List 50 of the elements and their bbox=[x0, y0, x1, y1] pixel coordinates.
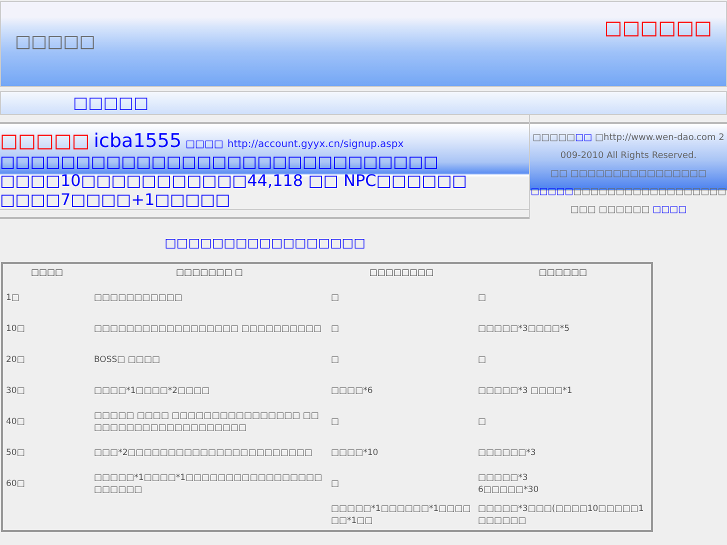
table-cell-text: 60□ bbox=[5, 478, 26, 490]
column-header: □□□□ bbox=[30, 267, 64, 280]
table-cell-text: □□□□□*3 6□□□□□*30 bbox=[477, 472, 540, 496]
table-cell-text: □□□□□□□□□□□□□□□□□□ □□□□□□□□□□ bbox=[93, 322, 323, 336]
table-title-link[interactable]: □□□□□□□□□□□□□□□□□ bbox=[0, 235, 530, 250]
table-cell-text: □ bbox=[330, 292, 340, 304]
table-cell-text: 1□ bbox=[5, 292, 20, 304]
table-cell-text: □□□□*6 bbox=[330, 384, 374, 398]
link[interactable]: □□ bbox=[575, 133, 592, 143]
link[interactable]: □□□□□ bbox=[530, 187, 574, 197]
notice-text: □□□□□□ bbox=[604, 17, 712, 39]
account-name: icba1555 bbox=[94, 130, 182, 152]
table-cell-text: 20□ bbox=[5, 354, 26, 366]
table-cell-text: □□□*2□□□□□□□□□□□□□□□□□□□□□□□ bbox=[93, 446, 314, 460]
table-cell-text: □ bbox=[330, 322, 340, 336]
notice-text: □□ □□□□□□□□□□□□□□□□ □□□□□□□□□□□□□□□□□□□□□□□□□□ □□□□□□ □□□□ bbox=[530, 168, 727, 217]
column-header: □□□□□□□ □ bbox=[175, 267, 244, 280]
table-cell-text: □□□□□*3□□□□*5 bbox=[477, 322, 571, 336]
table-cell-text: BOSS□ □□□□ bbox=[93, 354, 162, 366]
table-cell-text: □ bbox=[477, 416, 488, 428]
signup-label: □□□□ bbox=[186, 139, 224, 150]
table-cell-text: □□□□□ □□□□ □□□□□□□□□□□□□□□□ □□□□□□□□□□□□□□□□□□□□□ bbox=[93, 410, 320, 434]
table-cell-text: □□□□□□*3 bbox=[477, 446, 537, 460]
table-cell-text: □ bbox=[330, 416, 340, 428]
table-cell-text: □ bbox=[477, 354, 488, 366]
table-cell-text: □ bbox=[330, 354, 340, 366]
info-line: □□□□□□□□□□□□□□□□□□□□□□□□□□□□□ bbox=[0, 152, 440, 171]
nav-link[interactable]: □□□□□ bbox=[73, 93, 149, 112]
table-cell-text: 40□ bbox=[5, 416, 26, 428]
table-cell-text: □□□□□*3□□□(□□□□10□□□□□1□□□□□□ bbox=[477, 502, 645, 528]
signup-link[interactable]: http://account.gyyx.cn/signup.aspx bbox=[227, 139, 404, 150]
copyright-text: □□□□□□□ □http://www.wen-dao.com 2009-2010 All Rights Reserved. bbox=[532, 132, 726, 163]
table-cell-text: □□□□*10 bbox=[330, 446, 380, 460]
table-cell-text: □ bbox=[330, 478, 340, 490]
account-label: □□□□□ bbox=[0, 130, 90, 152]
table-cell-text: □□□□□*1□□□□*1□□□□□□□□□□□□□□□□□□□□□□□ bbox=[93, 472, 324, 496]
site-title: □□□□□ bbox=[15, 32, 96, 52]
table-cell-text: □□□□□*1□□□□□□*1□□□□□□*1□□ bbox=[330, 502, 472, 528]
info-line: □□□□10□□□□□□□□□□□44,118 □□ NPC□□□□□□ bbox=[0, 171, 468, 190]
table-cell-text: 50□ bbox=[5, 446, 26, 460]
info-line: □□□□7□□□□+1□□□□□ bbox=[0, 190, 232, 209]
link[interactable]: □□□□ bbox=[652, 205, 687, 215]
table-cell-text: □□□□□□□□□□□ bbox=[93, 292, 184, 304]
column-header: □□□□□□ bbox=[538, 267, 588, 280]
table-cell-text: □□□□□*3 □□□□*1 bbox=[477, 384, 574, 398]
table-cell-text: □ bbox=[477, 292, 488, 304]
column-header: □□□□□□□□ bbox=[368, 267, 435, 280]
table-cell-text: □□□□*1□□□□*2□□□□ bbox=[93, 384, 211, 398]
table-cell-text: 10□ bbox=[5, 322, 26, 336]
table-cell-text: 30□ bbox=[5, 384, 26, 398]
